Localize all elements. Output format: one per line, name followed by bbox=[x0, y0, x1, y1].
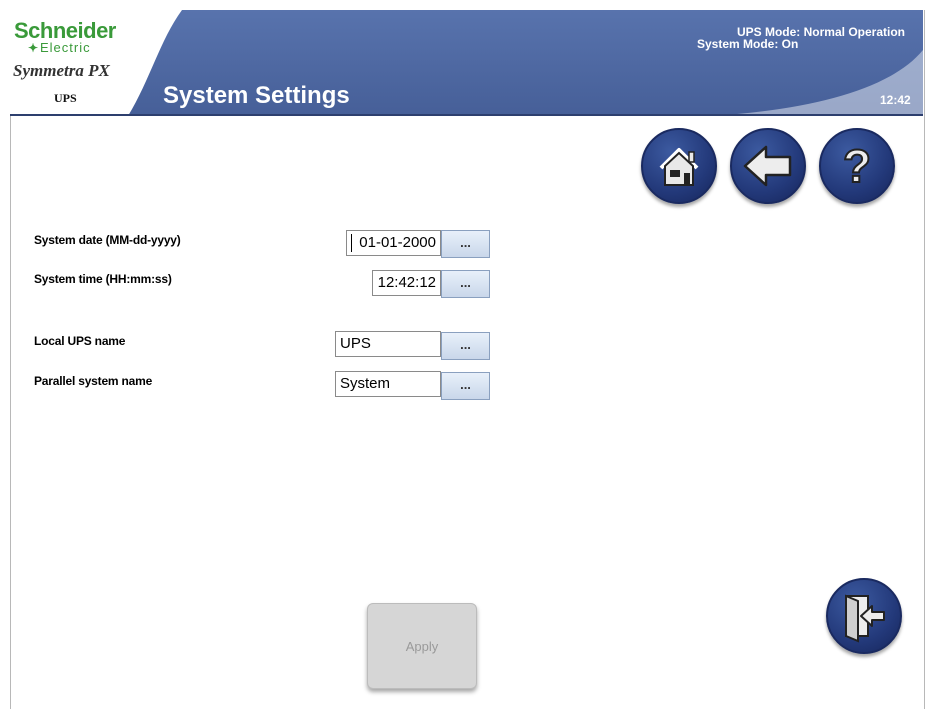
local-ups-name-field[interactable]: UPS bbox=[335, 331, 441, 357]
help-button[interactable]: ? bbox=[819, 128, 895, 204]
device-name: UPS bbox=[54, 91, 77, 105]
product-name: Symmetra PX bbox=[13, 61, 110, 80]
edit-ups-name-button[interactable]: ... bbox=[441, 332, 490, 360]
back-button[interactable] bbox=[730, 128, 806, 204]
logout-button[interactable] bbox=[826, 578, 902, 654]
help-icon: ? bbox=[842, 139, 872, 193]
system-mode-status: System Mode: On bbox=[697, 37, 799, 51]
system-time-field[interactable]: 12:42:12 bbox=[372, 270, 441, 296]
page-title: System Settings bbox=[163, 82, 350, 109]
edit-time-button[interactable]: ... bbox=[441, 270, 490, 298]
system-time-label: System time (HH:mm:ss) bbox=[34, 272, 172, 286]
arrow-left-icon bbox=[743, 145, 792, 187]
clock: 12:42 bbox=[880, 93, 911, 107]
svg-text:?: ? bbox=[843, 140, 871, 192]
text-cursor bbox=[351, 234, 352, 252]
parallel-system-name-label: Parallel system name bbox=[34, 374, 153, 388]
apply-button[interactable]: Apply bbox=[367, 603, 477, 689]
edit-system-name-button[interactable]: ... bbox=[441, 372, 490, 400]
local-ups-name-label: Local UPS name bbox=[34, 334, 126, 348]
home-icon bbox=[659, 148, 699, 186]
leaf-icon: ✦ bbox=[28, 41, 39, 55]
system-date-field[interactable]: 01-01-2000 bbox=[346, 230, 441, 256]
edit-date-button[interactable]: ... bbox=[441, 230, 490, 258]
exit-door-icon bbox=[845, 594, 885, 643]
parallel-system-name-field[interactable]: System bbox=[335, 371, 441, 397]
brand-sub: Electric bbox=[40, 40, 91, 55]
system-date-label: System date (MM-dd-yyyy) bbox=[34, 233, 181, 247]
home-button[interactable] bbox=[641, 128, 717, 204]
